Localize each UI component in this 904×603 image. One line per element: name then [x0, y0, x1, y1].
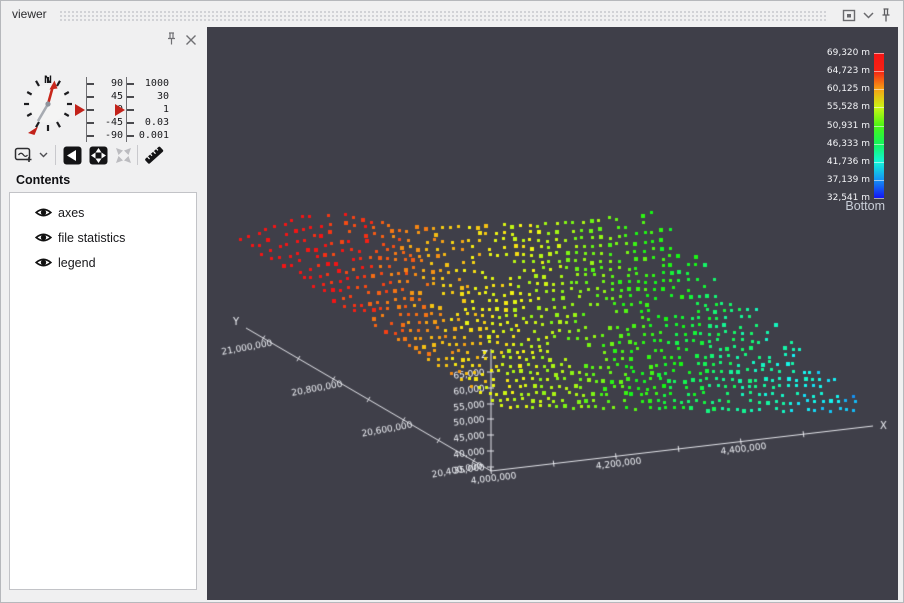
scale-value: 0.03	[144, 117, 169, 128]
compass-north-label: N	[44, 74, 52, 86]
titlebar-drag-texture[interactable]	[59, 10, 826, 21]
scale-row: 90	[87, 77, 123, 90]
scale-tick	[127, 121, 134, 124]
zoom-factor-scale: 1000 30 1 0.03 0.001	[126, 77, 169, 142]
scale-value: -45	[104, 117, 123, 128]
legend-tick-label: 50,931 m	[826, 120, 870, 131]
eye-icon[interactable]	[35, 206, 52, 219]
panel-title: viewer	[12, 7, 47, 21]
tilt-pointer[interactable]	[75, 104, 85, 116]
panel-close-icon[interactable]	[183, 32, 199, 48]
scale-value: 0.001	[138, 130, 169, 141]
legend-tick-label: 69,320 m	[826, 48, 870, 58]
legend-tickline	[874, 71, 884, 73]
legend-tick-label: 64,723 m	[826, 66, 870, 77]
scale-tick	[127, 95, 134, 98]
scale-row: 0.001	[127, 129, 169, 142]
viewer-toolbar	[5, 142, 205, 170]
scale-value: 30	[156, 91, 169, 102]
chevron-down-icon[interactable]	[860, 7, 876, 23]
scale-tick	[87, 108, 94, 111]
measure-button[interactable]	[143, 144, 165, 166]
scale-tick	[87, 121, 94, 124]
toolbar-separator	[137, 145, 138, 165]
scale-value: 1000	[144, 78, 169, 89]
compass-dial[interactable]: N	[15, 67, 81, 140]
legend-tick-label: 41,736 m	[826, 156, 870, 167]
contents-header: Contents	[16, 173, 71, 187]
tools-panel: N 90 45 0 -45 -90 1000 30 1 0.03 0.001 C…	[5, 27, 205, 598]
eye-icon[interactable]	[35, 231, 52, 244]
toolbar-separator	[55, 145, 56, 165]
scale-row: -45	[87, 116, 123, 129]
legend-tick-label: 55,528 m	[826, 102, 870, 113]
float-window-icon[interactable]	[841, 7, 857, 23]
elevation-legend: 69,320 m 64,723 m 60,125 m 55,528 m 50,931 m…	[778, 27, 898, 247]
legend-tick-label: 60,125 m	[826, 84, 870, 95]
contents-item-legend[interactable]: legend	[10, 250, 196, 275]
legend-tick-label: 46,333 m	[826, 138, 870, 149]
legend-title: Bottom	[845, 199, 885, 213]
scale-tick	[127, 108, 134, 111]
legend-tick-label: 37,139 m	[826, 174, 870, 185]
scale-tick	[87, 134, 94, 137]
zoom-pointer[interactable]	[115, 104, 125, 116]
contents-tree: axes file statistics legend	[9, 192, 197, 590]
legend-tickline	[874, 107, 884, 109]
scale-row: 30	[127, 90, 169, 103]
contents-item-label: legend	[58, 255, 96, 270]
scale-row: 1	[127, 103, 169, 116]
zoom-to-extent-button[interactable]	[61, 144, 83, 166]
compass-rotate-handle	[28, 126, 38, 135]
scale-row: -90	[87, 129, 123, 142]
contents-item-file-statistics[interactable]: file statistics	[10, 225, 196, 250]
eye-icon[interactable]	[35, 256, 52, 269]
viewport-3d: 69,320 m 64,723 m 60,125 m 55,528 m 50,931 m…	[207, 27, 898, 600]
legend-tickline	[874, 53, 884, 54]
collapse-view-button	[112, 144, 134, 166]
scale-tick	[127, 134, 134, 137]
contents-item-axes[interactable]: axes	[10, 200, 196, 225]
legend-tickline	[874, 143, 884, 145]
contents-item-label: file statistics	[58, 230, 126, 245]
scale-value: 90	[110, 78, 123, 89]
pin-icon[interactable]	[878, 7, 894, 23]
panel-pin-icon[interactable]	[163, 31, 179, 47]
scale-row: 1000	[127, 77, 169, 90]
scale-value: -90	[104, 130, 123, 141]
scale-tick	[127, 82, 134, 85]
scale-tick	[87, 82, 94, 85]
scale-value: 1	[162, 104, 169, 115]
window-frame: viewer N 90 45 0 -45 -90 1000 30 1 0.03 …	[0, 0, 904, 603]
add-view-dropdown-icon[interactable]	[37, 144, 49, 166]
scale-row: 0.03	[127, 116, 169, 129]
legend-tickline	[874, 161, 884, 163]
legend-tickline	[874, 89, 884, 91]
contents-item-label: axes	[58, 205, 85, 220]
scale-tick	[87, 95, 94, 98]
legend-tickline	[874, 179, 884, 181]
legend-colorbar	[874, 53, 884, 199]
panel-titlebar[interactable]: viewer	[2, 2, 902, 27]
expand-view-button[interactable]	[87, 144, 109, 166]
add-view-button[interactable]	[13, 144, 35, 166]
scale-value: 45	[110, 91, 123, 102]
scale-row: 45	[87, 90, 123, 103]
legend-tickline	[874, 125, 884, 127]
